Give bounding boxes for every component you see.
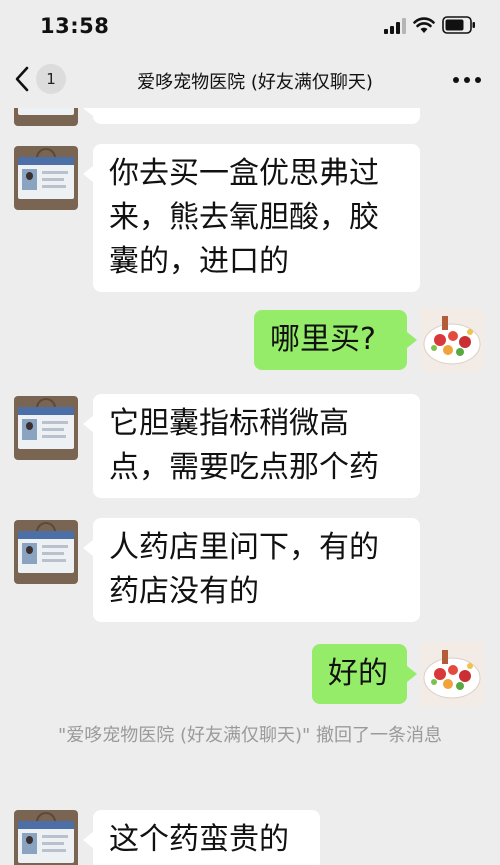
recall-notice: "爱哆宠物医院 (好友满仅聊天)" 撤回了一条消息 bbox=[57, 725, 443, 746]
battery-icon bbox=[442, 16, 475, 34]
avatar[interactable] bbox=[14, 520, 78, 584]
chat-area[interactable]: 你去买一盒优思弗过来，熊去氧胆酸，胶囊的，进口的 哪里买? 它胆囊指标稍微高点，… bbox=[0, 108, 500, 865]
chevron-left-icon bbox=[15, 66, 29, 92]
avatar-self[interactable] bbox=[420, 308, 484, 372]
avatar[interactable] bbox=[14, 810, 78, 865]
status-bar: 13:58 bbox=[0, 0, 500, 52]
unread-count-badge: 1 bbox=[36, 64, 66, 94]
avatar[interactable] bbox=[14, 396, 78, 460]
chat-title: 爱哆宠物医院 (好友满仅聊天) bbox=[137, 72, 373, 93]
message-bubble[interactable]: 它胆囊指标稍微高点，需要吃点那个药 bbox=[83, 394, 420, 498]
avatar-self[interactable] bbox=[420, 642, 484, 706]
avatar[interactable] bbox=[14, 108, 78, 126]
message-bubble-self[interactable]: 哪里买? bbox=[254, 310, 417, 370]
more-dots-icon[interactable] bbox=[450, 70, 484, 90]
signal-icon bbox=[384, 18, 406, 34]
nav-bar: 1 爱哆宠物医院 (好友满仅聊天) bbox=[0, 52, 500, 108]
avatar[interactable] bbox=[14, 146, 78, 210]
message-bubble-clipped[interactable] bbox=[83, 108, 420, 124]
message-bubble[interactable]: 这个药蛮贵的 bbox=[83, 810, 320, 865]
message-bubble[interactable]: 人药店里问下，有的药店没有的 bbox=[83, 518, 420, 622]
message-bubble[interactable]: 你去买一盒优思弗过来，熊去氧胆酸，胶囊的，进口的 bbox=[83, 144, 420, 292]
status-time: 13:58 bbox=[40, 14, 110, 38]
wifi-icon bbox=[413, 17, 435, 33]
back-button[interactable]: 1 bbox=[14, 62, 72, 96]
message-bubble-self[interactable]: 好的 bbox=[312, 644, 417, 704]
